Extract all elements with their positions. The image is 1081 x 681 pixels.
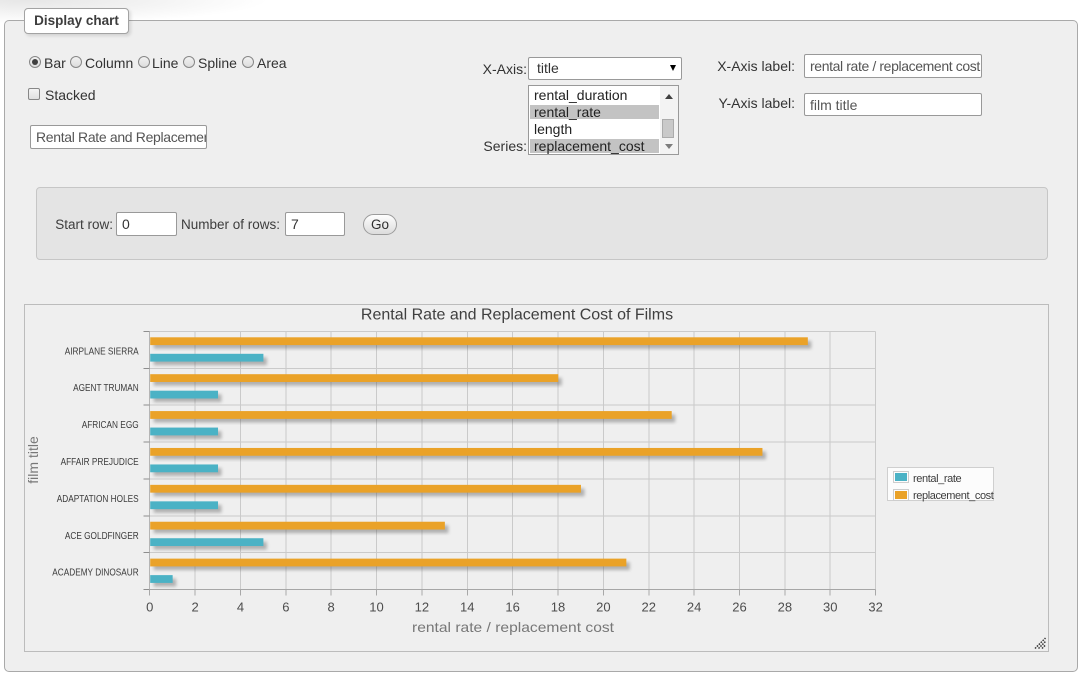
svg-text:24: 24 xyxy=(687,600,701,615)
svg-text:0: 0 xyxy=(146,600,153,615)
svg-text:26: 26 xyxy=(732,600,746,615)
svg-text:4: 4 xyxy=(237,600,244,615)
svg-text:14: 14 xyxy=(460,600,474,615)
svg-text:30: 30 xyxy=(823,600,837,615)
svg-text:12: 12 xyxy=(415,600,429,615)
svg-text:6: 6 xyxy=(282,600,289,615)
svg-text:20: 20 xyxy=(596,600,610,615)
svg-text:AGENT TRUMAN: AGENT TRUMAN xyxy=(73,383,139,394)
svg-text:film title: film title xyxy=(25,436,41,484)
svg-text:8: 8 xyxy=(328,600,335,615)
svg-text:Rental Rate and Replacement Co: Rental Rate and Replacement Cost of Film… xyxy=(361,307,673,324)
svg-text:18: 18 xyxy=(551,600,565,615)
svg-text:AIRPLANE SIERRA: AIRPLANE SIERRA xyxy=(65,346,139,357)
svg-text:16: 16 xyxy=(505,600,519,615)
svg-text:rental rate / replacement cost: rental rate / replacement cost xyxy=(412,619,614,635)
svg-text:AFRICAN EGG: AFRICAN EGG xyxy=(82,420,139,431)
svg-text:ACE GOLDFINGER: ACE GOLDFINGER xyxy=(65,531,139,542)
svg-text:32: 32 xyxy=(868,600,882,615)
svg-text:2: 2 xyxy=(191,600,198,615)
svg-text:ADAPTATION HOLES: ADAPTATION HOLES xyxy=(57,494,139,505)
svg-text:22: 22 xyxy=(642,600,656,615)
svg-text:28: 28 xyxy=(778,600,792,615)
svg-text:ACADEMY DINOSAUR: ACADEMY DINOSAUR xyxy=(52,568,138,579)
svg-text:AFFAIR PREJUDICE: AFFAIR PREJUDICE xyxy=(61,457,139,468)
svg-text:10: 10 xyxy=(369,600,383,615)
